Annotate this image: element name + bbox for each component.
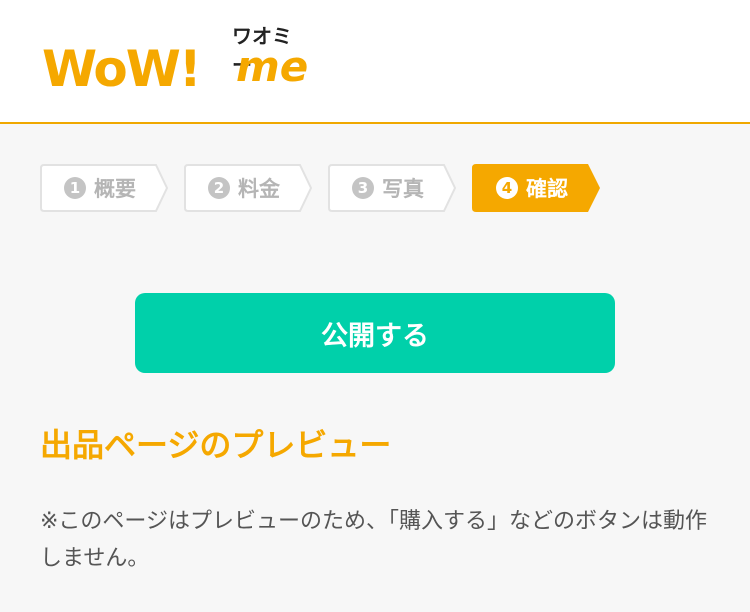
step-number-icon: 2: [208, 177, 230, 199]
preview-note: ※このページはプレビューのため、「購入する」などのボタンは動作しません。: [40, 509, 707, 571]
wowme-logo[interactable]: WoW! ワオミー me: [40, 16, 310, 98]
step-label: 料金: [238, 177, 280, 201]
logo-sub-text: me: [236, 42, 309, 91]
logo-main-text: WoW!: [42, 40, 202, 98]
publish-button[interactable]: 公開する: [135, 293, 615, 373]
step-label: 概要: [94, 177, 136, 201]
step-label: 確認: [526, 177, 568, 201]
step-number-icon: 1: [64, 177, 86, 199]
step-number-icon: 4: [496, 177, 518, 199]
step-photos[interactable]: 3 写真: [328, 164, 457, 212]
step-number-icon: 3: [352, 177, 374, 199]
header: WoW! ワオミー me: [0, 0, 750, 124]
step-label: 写真: [382, 177, 424, 201]
step-confirm[interactable]: 4 確認: [472, 164, 600, 212]
step-price[interactable]: 2 料金: [184, 164, 313, 212]
preview-title: 出品ページのプレビュー: [40, 426, 392, 464]
step-overview[interactable]: 1 概要: [40, 164, 169, 212]
